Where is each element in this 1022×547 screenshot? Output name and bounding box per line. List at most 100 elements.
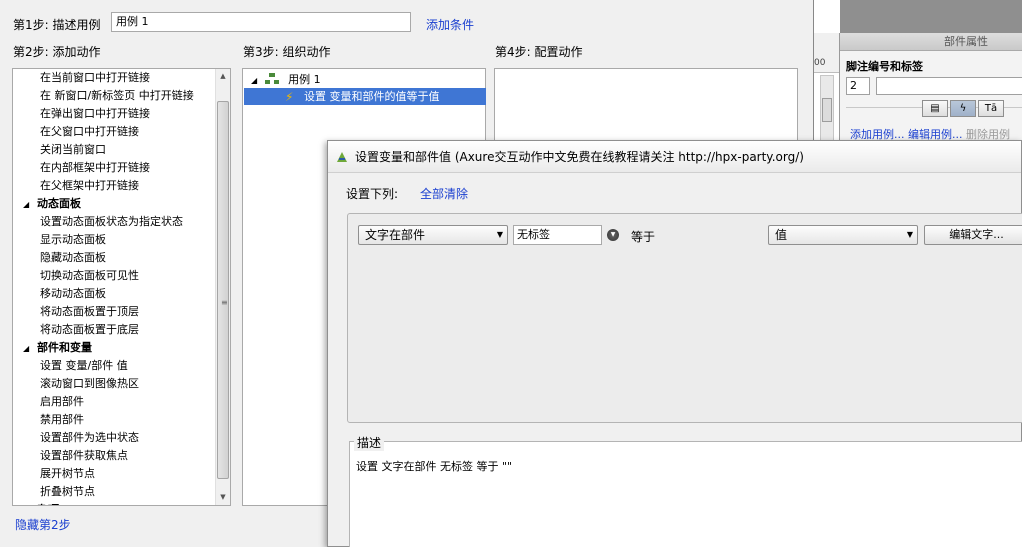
scroll-down-icon[interactable]: ▼: [216, 490, 230, 505]
action-item[interactable]: 在内部框架中打开链接: [13, 159, 230, 177]
description-label: 描述: [354, 434, 385, 451]
action-category[interactable]: ◢杂项: [13, 501, 230, 505]
value-type-value: 值: [775, 228, 788, 242]
value-type-select[interactable]: 值 ▼: [768, 225, 918, 245]
actions-scrollbar[interactable]: ▲ ≡ ▼: [215, 69, 230, 505]
note-icon[interactable]: ▤: [922, 100, 948, 117]
action-item[interactable]: 设置 变量/部件 值: [13, 357, 230, 375]
action-label: 折叠树节点: [40, 485, 95, 498]
collapse-icon[interactable]: ◢: [23, 196, 37, 214]
dialog-titlebar[interactable]: 设置变量和部件值 (Axure交互动作中文免费在线教程请关注 http://hp…: [328, 141, 1021, 173]
action-item[interactable]: 设置部件获取焦点: [13, 447, 230, 465]
text-style-icon[interactable]: Tā: [978, 100, 1004, 117]
target-type-select[interactable]: 文字在部件 ▼: [358, 225, 508, 245]
action-label: 在父框架中打开链接: [40, 179, 139, 192]
action-label: 在弹出窗口中打开链接: [40, 107, 150, 120]
action-label: 设置部件获取焦点: [40, 449, 128, 462]
clear-all-link[interactable]: 全部清除: [420, 185, 468, 202]
editor-scroll-thumb[interactable]: [822, 98, 832, 122]
footnote-number-field[interactable]: 2: [846, 77, 870, 95]
hide-step2-link[interactable]: 隐藏第2步: [15, 516, 71, 533]
tree-case-label: 用例 1: [288, 73, 321, 86]
description-box: [349, 441, 1022, 547]
assignment-group: 文字在部件 ▼ 无标签 ▼ 等于 值 ▼ 编辑文字...: [347, 213, 1022, 423]
action-label: 在父窗口中打开链接: [40, 125, 139, 138]
action-item[interactable]: 隐藏动态面板: [13, 249, 230, 267]
interaction-icon[interactable]: ϟ: [950, 100, 976, 117]
step3-label: 第3步: 组织动作: [243, 45, 331, 59]
action-label: 杂项: [37, 503, 59, 505]
action-label: 滚动窗口到图像热区: [40, 377, 139, 390]
collapse-icon[interactable]: ◢: [251, 76, 257, 85]
action-item[interactable]: 在 新窗口/新标签页 中打开链接: [13, 87, 230, 105]
action-label: 在 新窗口/新标签页 中打开链接: [40, 89, 194, 102]
action-label: 禁用部件: [40, 413, 84, 426]
action-item[interactable]: 切换动态面板可见性: [13, 267, 230, 285]
action-item[interactable]: 将动态面板置于顶层: [13, 303, 230, 321]
dialog-logo-icon: [337, 152, 347, 162]
action-label: 显示动态面板: [40, 233, 106, 246]
action-label: 动态面板: [37, 197, 81, 210]
action-item[interactable]: 启用部件: [13, 393, 230, 411]
action-label: 将动态面板置于底层: [40, 323, 139, 336]
action-category[interactable]: ◢ 部件和变量: [13, 339, 230, 357]
step1-label: 第1步: 描述用例: [13, 18, 101, 32]
action-item[interactable]: 在父框架中打开链接: [13, 177, 230, 195]
actions-rows: 在当前窗口中打开链接在 新窗口/新标签页 中打开链接 在弹出窗口中打开链接 在父窗口…: [13, 69, 230, 505]
step2-label: 第2步: 添加动作: [13, 45, 101, 59]
action-label: 设置部件为选中状态: [40, 431, 139, 444]
action-label: 启用部件: [40, 395, 84, 408]
chevron-down-icon: ▼: [906, 230, 913, 239]
action-item[interactable]: 展开树节点: [13, 465, 230, 483]
action-category[interactable]: ◢ 动态面板: [13, 195, 230, 213]
action-label: 部件和变量: [37, 341, 92, 354]
widget-name-field[interactable]: 无标签: [513, 225, 602, 245]
lightning-icon: ⚡: [285, 90, 294, 104]
action-label: 设置动态面板状态为指定状态: [40, 215, 183, 228]
chevron-down-icon: ▼: [496, 230, 503, 239]
target-type-value: 文字在部件: [365, 228, 426, 242]
action-item[interactable]: 滚动窗口到图像热区: [13, 375, 230, 393]
description-text: 设置 文字在部件 无标签 等于 "": [356, 460, 513, 473]
footnote-label-field[interactable]: [876, 77, 1022, 95]
action-item[interactable]: 移动动态面板: [13, 285, 230, 303]
actions-scroll-thumb[interactable]: ≡: [217, 101, 229, 479]
action-item[interactable]: 显示动态面板: [13, 231, 230, 249]
tree-case-node[interactable]: ◢ 用例 1: [251, 72, 321, 88]
action-label: 切换动态面板可见性: [40, 269, 139, 282]
action-item[interactable]: 在当前窗口中打开链接: [13, 69, 230, 87]
scroll-up-icon[interactable]: ▲: [216, 69, 230, 84]
tree-action-node[interactable]: ⚡ 设置 变量和部件的值等于值: [244, 88, 486, 105]
action-item[interactable]: 设置部件为选中状态: [13, 429, 230, 447]
ruler-number: 00: [814, 58, 826, 68]
props-tabs: ▤ ϟ Tā: [922, 100, 1004, 117]
toolbar-area: [812, 0, 1022, 33]
editor-scrollbar[interactable]: [820, 75, 834, 145]
action-item[interactable]: 在父窗口中打开链接: [13, 123, 230, 141]
step4-label: 第4步: 配置动作: [495, 45, 583, 59]
action-item[interactable]: 在弹出窗口中打开链接: [13, 105, 230, 123]
action-item[interactable]: 设置动态面板状态为指定状态: [13, 213, 230, 231]
action-item[interactable]: 将动态面板置于底层: [13, 321, 230, 339]
case-name-input[interactable]: 用例 1: [111, 12, 411, 32]
collapse-icon[interactable]: ◢: [23, 340, 37, 358]
tree-action-label: 设置 变量和部件的值等于值: [304, 90, 440, 103]
collapse-icon[interactable]: ◢: [23, 502, 37, 505]
action-label: 在内部框架中打开链接: [40, 161, 150, 174]
action-label: 展开树节点: [40, 467, 95, 480]
widget-picker-icon[interactable]: ▼: [607, 229, 619, 241]
footnote-section-label: 脚注编号和标签: [846, 60, 923, 73]
action-label: 关闭当前窗口: [40, 143, 106, 156]
set-list-label: 设置下列:: [346, 187, 399, 201]
add-condition-link[interactable]: 添加条件: [426, 16, 474, 33]
equals-label: 等于: [631, 230, 656, 244]
action-item[interactable]: 折叠树节点: [13, 483, 230, 501]
action-label: 隐藏动态面板: [40, 251, 106, 264]
action-item[interactable]: 关闭当前窗口: [13, 141, 230, 159]
edit-text-button[interactable]: 编辑文字...: [924, 225, 1022, 245]
action-item[interactable]: 禁用部件: [13, 411, 230, 429]
action-label: 在当前窗口中打开链接: [40, 71, 150, 84]
props-title: 部件属性: [840, 33, 1022, 51]
set-variable-dialog: 设置变量和部件值 (Axure交互动作中文免费在线教程请关注 http://hp…: [327, 140, 1022, 547]
action-label: 设置 变量/部件 值: [40, 359, 128, 372]
